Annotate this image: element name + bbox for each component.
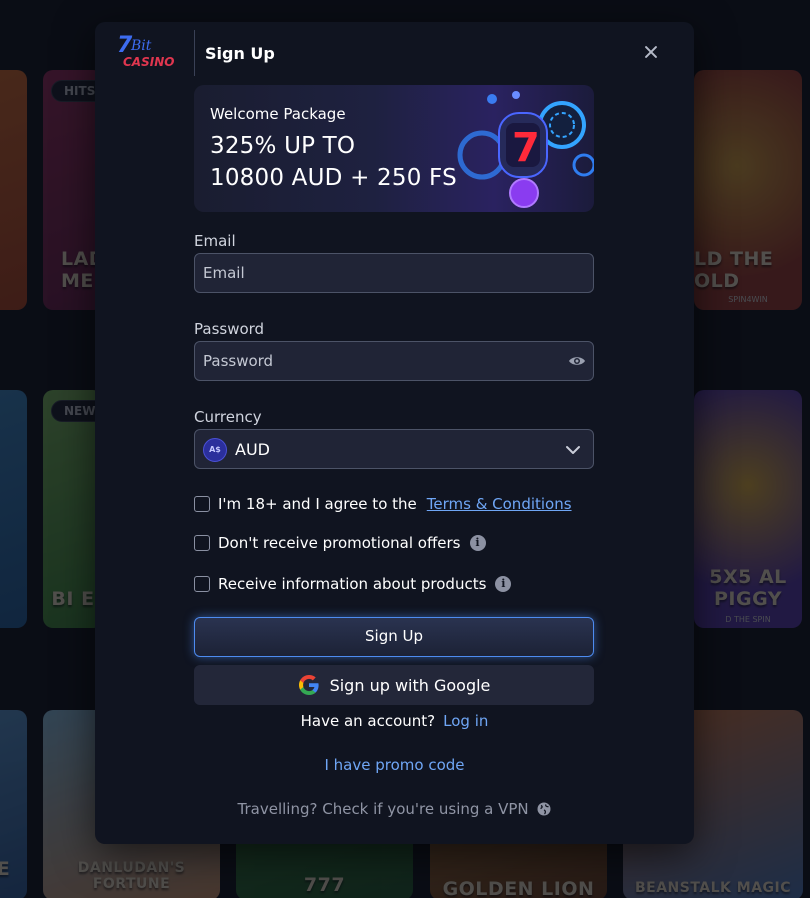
- aud-currency-icon: A$: [203, 438, 227, 462]
- promo-code-link[interactable]: I have promo code: [95, 756, 694, 774]
- chevron-down-icon: [566, 446, 580, 454]
- password-field[interactable]: [194, 341, 594, 381]
- welcome-banner: Welcome Package 325% UP TO 10800 AUD + 2…: [194, 85, 594, 212]
- banner-line-1: 325% UP TO: [210, 133, 356, 159]
- modal-title: Sign Up: [205, 44, 275, 63]
- promo-opt-out-text: Don't receive promotional offers: [218, 534, 461, 552]
- password-label: Password: [194, 320, 265, 338]
- slot-machine-illustration: 7: [457, 91, 594, 208]
- age-terms-checkbox[interactable]: [194, 496, 210, 512]
- svg-text:Bit: Bit: [130, 38, 152, 54]
- sign-up-button[interactable]: Sign Up: [194, 617, 594, 657]
- promo-opt-out-checkbox[interactable]: [194, 535, 210, 551]
- email-label: Email: [194, 232, 236, 250]
- terms-conditions-link[interactable]: Terms & Conditions: [427, 495, 572, 513]
- promo-opt-out-row: Don't receive promotional offers i: [194, 532, 486, 554]
- product-info-checkbox[interactable]: [194, 576, 210, 592]
- currency-select[interactable]: A$ AUD: [194, 429, 594, 469]
- modal-header: 7 Bit CASINO Sign Up: [95, 22, 694, 84]
- logo-divider: [194, 30, 195, 76]
- banner-line-2: 10800 AUD + 250 FS: [210, 165, 457, 191]
- eye-icon[interactable]: [568, 352, 586, 370]
- brand-logo[interactable]: 7 Bit CASINO: [117, 32, 187, 72]
- svg-text:7: 7: [512, 125, 540, 171]
- currency-value: AUD: [235, 440, 270, 459]
- log-in-link[interactable]: Log in: [443, 712, 488, 730]
- info-icon[interactable]: i: [469, 535, 486, 551]
- product-info-row: Receive information about products i: [194, 573, 512, 595]
- vpn-notice: Travelling? Check if you're using a VPN: [95, 800, 694, 818]
- email-field[interactable]: [194, 253, 594, 293]
- info-icon[interactable]: i: [495, 576, 512, 592]
- google-signup-button[interactable]: Sign up with Google: [194, 665, 594, 705]
- product-info-text: Receive information about products: [218, 575, 487, 593]
- google-button-label: Sign up with Google: [329, 675, 491, 695]
- vpn-text: Travelling? Check if you're using a VPN: [237, 800, 529, 818]
- close-icon[interactable]: [642, 43, 660, 61]
- have-account-text: Have an account?: [300, 712, 436, 730]
- banner-label: Welcome Package: [210, 105, 346, 123]
- age-terms-text: I'm 18+ and I agree to the: [218, 495, 417, 513]
- google-icon: [298, 675, 319, 695]
- age-terms-row: I'm 18+ and I agree to the Terms & Condi…: [194, 493, 572, 515]
- globe-icon[interactable]: [537, 802, 551, 816]
- signup-modal: 7 Bit CASINO Sign Up Welcome Package 325…: [95, 22, 694, 844]
- currency-label: Currency: [194, 408, 262, 426]
- have-account-line: Have an account? Log in: [95, 712, 694, 730]
- svg-text:CASINO: CASINO: [123, 55, 174, 69]
